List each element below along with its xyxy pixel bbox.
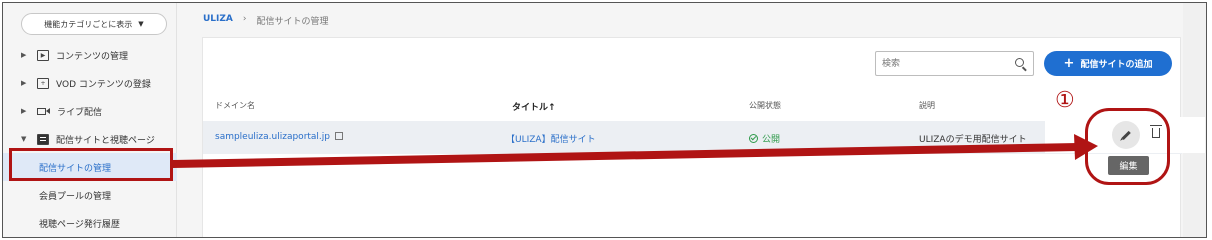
sidebar-item-label: 配信サイトと視聴ページ xyxy=(56,135,155,146)
chevron-right-icon: ▶ xyxy=(21,51,27,59)
sidebar-subitem-label: 会員プールの管理 xyxy=(39,191,112,202)
column-header-description[interactable]: 説明 xyxy=(919,100,935,111)
web-page-icon xyxy=(37,133,49,145)
column-header-domain[interactable]: ドメイン名 xyxy=(215,100,255,111)
add-box-icon: + xyxy=(37,77,49,89)
check-circle-icon xyxy=(749,134,758,143)
video-camera-icon xyxy=(37,107,46,115)
sidebar-subitem-page-history[interactable]: 視聴ページ発行履歴 xyxy=(3,209,177,237)
add-site-label: 配信サイトの追加 xyxy=(1080,60,1153,70)
annotation-number: ① xyxy=(1055,88,1075,113)
column-header-status[interactable]: 公開状態 xyxy=(749,100,781,111)
table-row[interactable]: sampleuliza.ulizaportal.jp 【ULIZA】配信サイト … xyxy=(203,121,1182,154)
sidebar-item-vod-register[interactable]: ▶ + VOD コンテンツの登録 xyxy=(3,69,177,97)
sidebar: 機能カテゴリごとに表示 ▼ ▶ ▶ コンテンツの管理 ▶ + VOD コンテンツ… xyxy=(3,3,177,237)
play-box-icon: ▶ xyxy=(37,49,49,61)
sidebar-item-label: VOD コンテンツの登録 xyxy=(56,79,151,90)
status-badge: 公開 xyxy=(749,132,780,145)
domain-text[interactable]: sampleuliza.ulizaportal.jp xyxy=(215,132,330,142)
domain-link[interactable]: sampleuliza.ulizaportal.jp xyxy=(215,132,344,142)
add-site-button[interactable]: + 配信サイトの追加 xyxy=(1044,51,1172,76)
sidebar-item-live[interactable]: ▶ ライブ配信 xyxy=(3,97,177,125)
breadcrumb: ULIZA › 配信サイトの管理 xyxy=(203,14,329,27)
search-box[interactable] xyxy=(875,51,1034,76)
category-view-label: 機能カテゴリごとに表示 xyxy=(44,19,133,29)
site-title[interactable]: 【ULIZA】配信サイト xyxy=(506,132,596,145)
annotation-highlight-box xyxy=(9,148,173,181)
column-header-title[interactable]: タイトル↑ xyxy=(512,100,556,113)
app-window: 機能カテゴリごとに表示 ▼ ▶ ▶ コンテンツの管理 ▶ + VOD コンテンツ… xyxy=(2,2,1207,238)
video-camera-lens-icon xyxy=(46,108,50,114)
chevron-right-icon: ▶ xyxy=(21,79,27,87)
chevron-down-icon: ▼ xyxy=(21,135,27,143)
annotation-highlight-circle xyxy=(1085,108,1170,185)
sidebar-subitem-member-pool[interactable]: 会員プールの管理 xyxy=(3,181,177,209)
search-input[interactable] xyxy=(882,56,1007,72)
plus-icon: + xyxy=(1063,56,1075,71)
sidebar-item-label: コンテンツの管理 xyxy=(56,51,129,62)
external-link-icon[interactable] xyxy=(335,132,344,140)
sidebar-item-contents[interactable]: ▶ ▶ コンテンツの管理 xyxy=(3,41,177,69)
site-description: ULIZAのデモ用配信サイト xyxy=(919,135,1027,145)
category-view-button[interactable]: 機能カテゴリごとに表示 ▼ xyxy=(21,13,167,35)
sidebar-item-label: ライブ配信 xyxy=(57,107,103,118)
sites-panel: + 配信サイトの追加 ドメイン名 タイトル↑ 公開状態 説明 sampleuli… xyxy=(202,37,1182,237)
caret-down-icon: ▼ xyxy=(138,20,144,28)
sidebar-subitem-label: 視聴ページ発行履歴 xyxy=(39,219,120,230)
breadcrumb-separator: › xyxy=(242,14,247,24)
breadcrumb-root[interactable]: ULIZA xyxy=(203,14,233,27)
status-text: 公開 xyxy=(762,135,781,145)
chevron-right-icon: ▶ xyxy=(21,107,27,115)
breadcrumb-current: 配信サイトの管理 xyxy=(256,17,329,27)
search-icon[interactable] xyxy=(1015,58,1024,67)
